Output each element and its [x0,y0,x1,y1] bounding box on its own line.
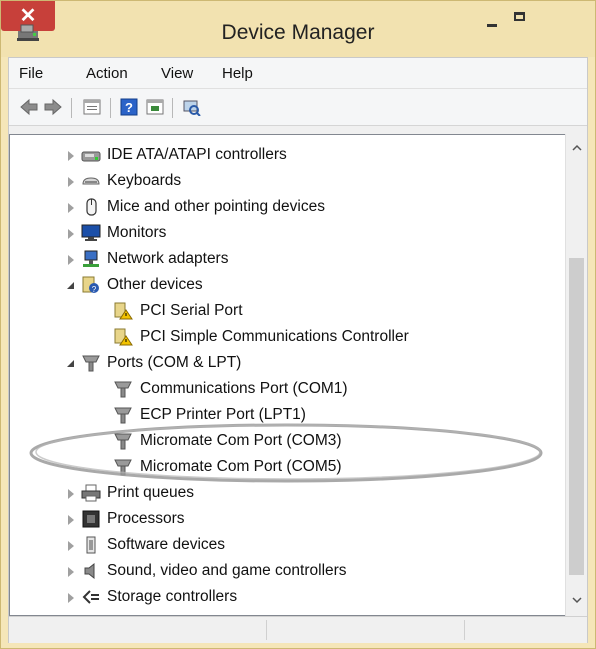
port-connector-icon [114,433,132,450]
svg-text:?: ? [92,285,97,294]
expand-arrow-icon[interactable] [68,151,74,161]
tree-item-label: Processors [107,510,185,527]
maximize-button[interactable] [502,5,536,41]
status-divider [464,620,466,640]
toolbar-separator [110,98,111,118]
show-hidden-icon[interactable] [145,98,165,116]
scroll-up-icon[interactable] [571,142,583,154]
tree-item-label: Network adapters [107,250,229,267]
device-tree: IDE ATA/ATAPI controllers Keyboards Mice… [9,134,565,616]
tree-item-label: PCI Simple Communications Controller [140,328,409,345]
monitor-icon [81,224,101,241]
port-connector-icon [114,407,132,424]
menu-bar: File Action View Help [9,58,587,89]
port-connector-icon [114,381,132,398]
menu-help[interactable]: Help [222,65,253,82]
device-manager-window: Device Manager ✕ File Action View Help ?… [0,0,596,649]
tree-item-label: Other devices [107,276,203,293]
expand-arrow-icon[interactable] [68,593,74,603]
expand-arrow-icon[interactable] [68,541,74,551]
scan-hardware-icon[interactable] [181,98,201,116]
unknown-device-icon: ? [82,276,99,294]
expand-arrow-icon[interactable] [68,515,74,525]
speaker-icon [84,562,95,580]
expand-arrow-icon[interactable] [68,177,74,187]
tree-item-label: ECP Printer Port (LPT1) [140,406,306,423]
tree-item-label: Software devices [107,536,226,553]
tree-item-label: Storage controllers [107,588,238,605]
status-bar [9,616,587,643]
vertical-scrollbar[interactable] [565,134,587,616]
menu-file[interactable]: File [19,65,43,82]
help-icon[interactable]: ? [119,98,139,116]
properties-icon[interactable] [82,98,102,116]
expand-arrow-icon[interactable] [68,229,74,239]
processor-icon [82,510,100,528]
scrollbar-thumb[interactable] [569,258,584,575]
toolbar-separator [172,98,173,118]
tree-item-label: PCI Serial Port [140,302,243,319]
tree-item-label: Keyboards [107,172,182,189]
toolbar-separator [71,98,72,118]
collapse-arrow-icon[interactable] [67,282,74,289]
warning-device-icon [114,328,133,346]
keyboard-icon [82,177,100,185]
port-connector-icon [114,459,132,476]
svg-text:?: ? [125,100,133,115]
mouse-icon [86,198,97,216]
network-adapter-icon [83,250,99,267]
title-bar[interactable]: Device Manager ✕ [1,1,595,57]
forward-arrow-icon[interactable] [43,98,63,116]
back-arrow-icon[interactable] [19,98,39,116]
menu-action[interactable]: Action [86,65,128,82]
tree-item-label: Sound, video and game controllers [107,562,347,579]
tree-item-label: Micromate Com Port (COM3) [140,432,342,449]
tree-item-label: Ports (COM & LPT) [107,354,242,371]
scroll-down-icon[interactable] [571,594,583,606]
tree-item-label: Communications Port (COM1) [140,380,348,397]
warning-device-icon [114,302,133,320]
toolbar: ? [9,89,587,126]
ide-controller-icon [81,151,101,162]
tree-item-label: IDE ATA/ATAPI controllers [107,146,287,163]
port-connector-icon [82,355,100,372]
expand-arrow-icon[interactable] [68,567,74,577]
expand-arrow-icon[interactable] [68,203,74,213]
expand-arrow-icon[interactable] [68,489,74,499]
tree-item-label: Micromate Com Port (COM5) [140,458,342,475]
expand-arrow-icon[interactable] [68,255,74,265]
tree-item-label: Print queues [107,484,195,501]
client-area: File Action View Help ? IDE ATA/ATAPI co… [8,57,588,643]
printer-icon [81,484,101,502]
menu-view[interactable]: View [161,65,193,82]
status-divider [266,620,268,640]
storage-controller-icon [82,590,99,604]
tree-item-label: Mice and other pointing devices [107,198,325,215]
software-device-icon [86,536,96,554]
collapse-arrow-icon[interactable] [67,360,74,367]
tree-item-label: Monitors [107,224,167,241]
